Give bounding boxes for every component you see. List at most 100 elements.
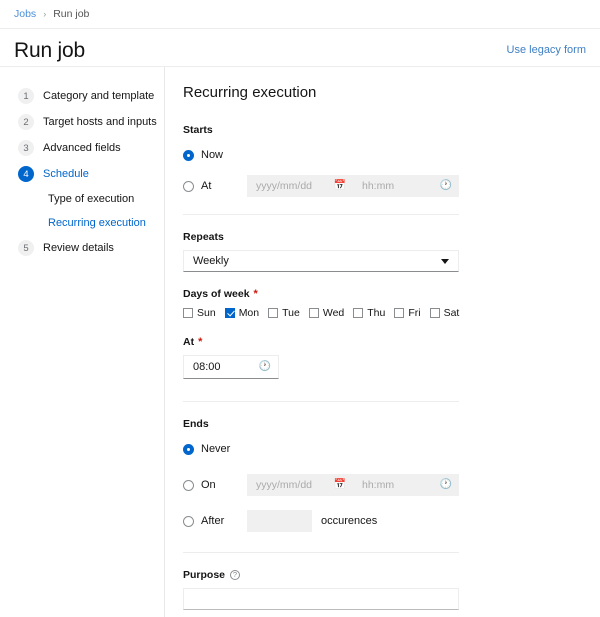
- ends-fieldset: Ends Never On yyyy/mm/dd 📅 hh:mm 🕐 After…: [183, 418, 459, 533]
- repeats-select[interactable]: Weekly: [183, 250, 459, 272]
- ends-never-row[interactable]: Never: [183, 437, 459, 461]
- sidebar-step-category-and-template[interactable]: 1 Category and template: [0, 83, 164, 109]
- day-label-sat: Sat: [443, 307, 460, 319]
- days-of-week-label-text: Days of week: [183, 288, 250, 300]
- checkbox-mon[interactable]: [224, 308, 235, 318]
- repeats-fieldset: Repeats Weekly: [183, 231, 459, 272]
- purpose-label-text: Purpose: [183, 569, 226, 581]
- page-header: Run job Use legacy form: [0, 34, 600, 67]
- ends-after-label: After: [201, 515, 225, 527]
- days-of-week-fieldset: Days of week * Sun Mon Tue Wed Thu Fri S…: [183, 288, 459, 319]
- step-number-badge: 2: [18, 114, 34, 130]
- wizard-container: 1 Category and template 2 Target hosts a…: [0, 67, 600, 617]
- required-marker: *: [253, 287, 258, 300]
- ends-on-time-input[interactable]: hh:mm 🕐: [353, 474, 459, 496]
- day-checkbox-mon[interactable]: Mon: [224, 307, 260, 319]
- day-label-tue: Tue: [282, 307, 300, 319]
- ends-on-datetime-group: yyyy/mm/dd 📅 hh:mm 🕐: [247, 474, 459, 496]
- repeats-selected-value: Weekly: [193, 255, 229, 267]
- breadcrumb: Jobs › Run job: [0, 0, 600, 29]
- required-marker: *: [198, 335, 203, 348]
- day-checkbox-tue[interactable]: Tue: [268, 307, 300, 319]
- section-title: Recurring execution: [183, 84, 317, 101]
- ends-on-date-input[interactable]: yyyy/mm/dd 📅: [247, 474, 353, 496]
- starts-now-row[interactable]: Now: [183, 143, 459, 167]
- repeats-label-text: Repeats: [183, 231, 224, 243]
- sidebar-step-review-details[interactable]: 5 Review details: [0, 235, 164, 261]
- day-checkbox-fri[interactable]: Fri: [394, 307, 421, 319]
- at-time-label: At *: [183, 336, 459, 348]
- divider-after-starts: [183, 214, 459, 215]
- step-number-badge: 4: [18, 166, 34, 182]
- starts-fieldset: Starts Now At yyyy/mm/dd 📅 hh:mm 🕐: [183, 124, 459, 198]
- breadcrumb-link-jobs[interactable]: Jobs: [14, 8, 36, 20]
- ends-on-date-placeholder: yyyy/mm/dd: [256, 479, 313, 491]
- ends-never-radio[interactable]: [183, 443, 194, 455]
- wizard-sidebar: 1 Category and template 2 Target hosts a…: [0, 67, 165, 617]
- calendar-icon[interactable]: 📅: [334, 181, 346, 191]
- day-label-fri: Fri: [408, 307, 421, 319]
- ends-on-radio[interactable]: [183, 479, 194, 491]
- step-label: Category and template: [43, 90, 155, 102]
- day-label-wed: Wed: [322, 307, 345, 319]
- starts-at-datetime-group: yyyy/mm/dd 📅 hh:mm 🕐: [247, 175, 459, 197]
- starts-at-date-input[interactable]: yyyy/mm/dd 📅: [247, 175, 353, 197]
- at-time-value: 08:00: [193, 361, 221, 373]
- step-label: Advanced fields: [43, 142, 121, 154]
- sidebar-step-target-hosts-and-inputs[interactable]: 2 Target hosts and inputs: [0, 109, 164, 135]
- starts-at-label: At: [201, 180, 212, 192]
- sidebar-substep-recurring-execution[interactable]: Recurring execution: [0, 211, 164, 235]
- breadcrumb-current: Run job: [53, 8, 90, 20]
- chevron-down-icon[interactable]: [441, 258, 449, 264]
- checkbox-sun[interactable]: [183, 308, 193, 318]
- page-title: Run job: [14, 38, 85, 62]
- clock-icon[interactable]: 🕐: [440, 480, 452, 490]
- clock-icon[interactable]: 🕐: [259, 362, 271, 372]
- day-checkbox-wed[interactable]: Wed: [308, 307, 345, 319]
- starts-at-radio[interactable]: [183, 180, 194, 192]
- starts-at-time-input[interactable]: hh:mm 🕐: [353, 175, 459, 197]
- purpose-input[interactable]: [183, 588, 459, 610]
- starts-at-row[interactable]: At yyyy/mm/dd 📅 hh:mm 🕐: [183, 174, 459, 198]
- day-label-mon: Mon: [238, 307, 260, 319]
- at-time-fieldset: At * 08:00 🕐: [183, 336, 459, 379]
- ends-on-row[interactable]: On yyyy/mm/dd 📅 hh:mm 🕐: [183, 473, 459, 497]
- starts-now-label: Now: [201, 149, 224, 161]
- sidebar-step-advanced-fields[interactable]: 3 Advanced fields: [0, 135, 164, 161]
- clock-icon[interactable]: 🕐: [440, 181, 452, 191]
- step-number-badge: 3: [18, 140, 34, 156]
- ends-after-radio[interactable]: [183, 515, 194, 527]
- purpose-fieldset: Purpose ?: [183, 569, 459, 610]
- day-checkbox-thu[interactable]: Thu: [353, 307, 385, 319]
- starts-at-time-placeholder: hh:mm: [362, 180, 395, 192]
- breadcrumb-separator: ›: [43, 9, 47, 19]
- step-label: Target hosts and inputs: [43, 116, 157, 128]
- calendar-icon[interactable]: 📅: [334, 480, 346, 490]
- day-checkbox-sat[interactable]: Sat: [429, 307, 460, 319]
- help-circle-icon[interactable]: ?: [230, 570, 241, 580]
- sidebar-step-schedule[interactable]: 4 Schedule: [0, 161, 164, 187]
- at-time-label-text: At: [183, 336, 195, 348]
- starts-label: Starts: [183, 124, 459, 136]
- checkbox-sat[interactable]: [429, 308, 440, 318]
- ends-on-label: On: [201, 479, 216, 491]
- use-legacy-form-link[interactable]: Use legacy form: [507, 44, 586, 56]
- checkbox-fri[interactable]: [394, 308, 405, 318]
- day-label-thu: Thu: [367, 307, 386, 319]
- sidebar-substep-type-of-execution[interactable]: Type of execution: [0, 187, 164, 211]
- ends-after-occurrences-input[interactable]: [247, 510, 312, 532]
- ends-after-occurrences-label: occurences: [321, 515, 378, 527]
- starts-now-radio[interactable]: [183, 149, 194, 161]
- checkbox-wed[interactable]: [308, 308, 319, 318]
- days-of-week-checkbox-row: Sun Mon Tue Wed Thu Fri Sat: [183, 307, 463, 319]
- step-label: Review details: [43, 242, 114, 254]
- day-label-sun: Sun: [197, 307, 216, 319]
- ends-after-row[interactable]: After occurences: [183, 509, 459, 533]
- ends-label: Ends: [183, 418, 459, 430]
- checkbox-thu[interactable]: [353, 308, 364, 318]
- divider-after-ends: [183, 552, 459, 553]
- ends-label-text: Ends: [183, 418, 209, 430]
- at-time-input[interactable]: 08:00 🕐: [183, 355, 279, 379]
- day-checkbox-sun[interactable]: Sun: [183, 307, 216, 319]
- checkbox-tue[interactable]: [268, 308, 279, 318]
